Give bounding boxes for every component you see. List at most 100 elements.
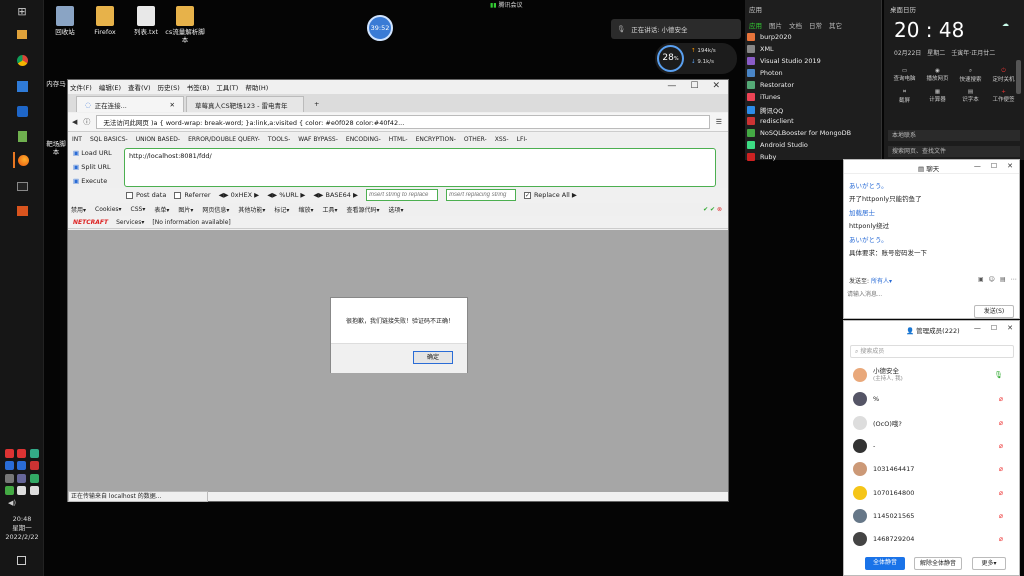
scrollbar[interactable] — [1016, 60, 1021, 94]
wd-forms[interactable]: 表单▾ — [154, 205, 169, 214]
tray-icon[interactable] — [17, 461, 26, 470]
close-icon[interactable]: ✕ — [1007, 324, 1013, 332]
weather-icon[interactable]: ☁ — [1002, 20, 1009, 28]
wd-css[interactable]: CSS▾ — [131, 206, 146, 213]
hackbar-encryption[interactable]: ENCRYPTION- — [416, 136, 456, 143]
split-url-button[interactable]: ▣ Split URL — [73, 163, 111, 171]
apps-tab-apps[interactable]: 应用 — [749, 20, 762, 30]
execute-button[interactable]: ▣ Execute — [73, 177, 107, 185]
windows-start-icon[interactable]: ⊞ — [13, 3, 31, 19]
replace-string-input[interactable] — [366, 189, 438, 201]
app-item[interactable]: Android Studio — [747, 141, 808, 149]
hackbar-html[interactable]: HTML- — [389, 136, 408, 143]
send-to-select[interactable]: 所有人▾ — [871, 278, 892, 285]
menu-help[interactable]: 帮助(H) — [245, 82, 268, 92]
hackbar-url-textarea[interactable]: http://localhost:8081/fdd/ — [124, 148, 716, 187]
app-item[interactable]: redisclient — [747, 117, 794, 125]
tab-close-icon[interactable]: ✕ — [170, 101, 175, 109]
app-icon-orange[interactable] — [13, 203, 31, 219]
microphone-muted-icon[interactable]: ⌀ — [999, 535, 1003, 543]
firefox-icon[interactable] — [13, 152, 31, 168]
menu-bookmarks[interactable]: 书签(B) — [187, 82, 210, 92]
meeting-indicator[interactable]: ▮▮ 腾讯会议 — [490, 0, 546, 10]
wd-cookies[interactable]: Cookies▾ — [95, 206, 122, 213]
wd-source[interactable]: 查看源代码▾ — [346, 205, 379, 214]
hackbar-lfi[interactable]: LFI- — [517, 136, 528, 143]
more-icon[interactable]: ⋯ — [1011, 276, 1017, 283]
apps-tab-images[interactable]: 图片 — [769, 20, 782, 30]
microphone-muted-icon[interactable]: ⌀ — [999, 395, 1003, 403]
url-encode-button[interactable]: ◀▶ %URL ▶ — [267, 191, 305, 199]
dialog-ok-button[interactable]: 确定 — [413, 351, 453, 364]
member-row[interactable]: % ⌀ — [853, 390, 1013, 408]
member-row[interactable]: 1468729204 ⌀ — [853, 530, 1013, 548]
wd-images[interactable]: 图片▾ — [178, 205, 193, 214]
send-button[interactable]: 发送(S) — [974, 305, 1014, 318]
taskbar-clock[interactable]: 20:48 星期一 2022/2/22 — [0, 515, 44, 542]
chat-input[interactable] — [847, 288, 1015, 302]
app-item[interactable]: Visual Studio 2019 — [747, 57, 821, 65]
taskbar-app-icon[interactable] — [13, 26, 31, 42]
emoji-icon[interactable]: ☺ — [989, 276, 995, 283]
close-icon[interactable]: ✕ — [1007, 162, 1013, 170]
volume-icon[interactable]: ◀) — [8, 499, 16, 507]
tray-icon[interactable] — [30, 449, 39, 458]
post-data-checkbox[interactable]: Post data — [126, 191, 166, 199]
wd-disable[interactable]: 禁用▾ — [71, 205, 86, 214]
tray-icon[interactable] — [5, 449, 14, 458]
app-icon-ie[interactable] — [13, 103, 31, 119]
microphone-on-icon[interactable]: 🎙 — [994, 371, 1003, 379]
microphone-muted-icon[interactable]: ⌀ — [999, 489, 1003, 497]
microphone-muted-icon[interactable]: ⌀ — [999, 442, 1003, 450]
wd-resize[interactable]: 缩放▾ — [298, 205, 313, 214]
desktop-icon-recycle[interactable]: 回收站 — [44, 6, 86, 36]
maximize-icon[interactable]: ☐ — [991, 324, 997, 332]
tray-icon[interactable] — [30, 474, 39, 483]
quick-action[interactable]: ⌕ 快速搜索 — [954, 68, 987, 83]
desktop-icon-range[interactable]: 靶场脚本 — [44, 140, 68, 156]
member-row[interactable]: 1145021565 ⌀ — [853, 507, 1013, 525]
file-icon[interactable]: ▤ — [1000, 276, 1006, 283]
hackbar-sql-basics[interactable]: SQL BASICS- — [90, 136, 128, 143]
referrer-checkbox[interactable]: Referrer — [174, 191, 211, 199]
hackbar-error[interactable]: ERROR/DOUBLE QUERY- — [188, 136, 260, 143]
member-search-input[interactable]: ⌕ 搜索成员 — [850, 345, 1014, 358]
status-check-icons[interactable]: ✔ ✔ ⊗ — [703, 206, 722, 213]
app-icon-blue[interactable] — [13, 78, 31, 94]
menu-tools[interactable]: 工具(T) — [216, 82, 238, 92]
maximize-icon[interactable]: ☐ — [991, 162, 997, 170]
hackbar-union[interactable]: UNION BASED- — [136, 136, 180, 143]
load-url-button[interactable]: ▣ Load URL — [73, 149, 112, 157]
more-button[interactable]: 更多▾ — [972, 557, 1006, 570]
minimize-icon[interactable]: — — [974, 324, 981, 332]
member-row[interactable]: 小德安全 (主持人, 我) 🎙 — [853, 366, 1013, 384]
wd-misc[interactable]: 其他功能▾ — [238, 205, 265, 214]
netcraft-services[interactable]: Services▾ — [116, 219, 144, 226]
minimize-icon[interactable]: — — [667, 81, 676, 91]
hex-button[interactable]: ◀▶ 0xHEX ▶ — [219, 191, 260, 199]
menu-edit[interactable]: 编辑(E) — [99, 82, 121, 92]
tray-icon[interactable] — [17, 486, 26, 495]
url-bar[interactable]: 无法访问此网页 )a { word-wrap: break-word; }a:l… — [96, 115, 710, 129]
microphone-muted-icon[interactable]: ⌀ — [999, 512, 1003, 520]
image-icon[interactable]: ▣ — [978, 276, 984, 283]
info-icon[interactable]: ⓘ — [83, 117, 90, 127]
menu-file[interactable]: 文件(F) — [70, 82, 92, 92]
replacing-string-input[interactable] — [446, 189, 516, 201]
app-item[interactable]: Restorator — [747, 81, 794, 89]
member-row[interactable]: 1031464417 ⌀ — [853, 460, 1013, 478]
tray-icon[interactable] — [30, 486, 39, 495]
desktop-icon-firefox[interactable]: Firefox — [84, 6, 126, 36]
menu-view[interactable]: 查看(V) — [128, 82, 151, 92]
unmute-all-button[interactable]: 解除全体静音 — [914, 557, 962, 570]
wd-info[interactable]: 网页信息▾ — [202, 205, 229, 214]
quick-action[interactable]: ▤ 识字本 — [954, 89, 987, 104]
wd-options[interactable]: 选项▾ — [388, 205, 403, 214]
tray-icon[interactable] — [17, 449, 26, 458]
menu-history[interactable]: 历史(S) — [158, 82, 180, 92]
quick-action[interactable]: ◉ 播放网页 — [921, 68, 954, 83]
tray-icon[interactable] — [5, 474, 14, 483]
new-tab-button[interactable]: + — [306, 96, 327, 112]
hackbar-waf[interactable]: WAF BYPASS- — [298, 136, 338, 143]
member-row[interactable]: - ⌀ — [853, 437, 1013, 455]
